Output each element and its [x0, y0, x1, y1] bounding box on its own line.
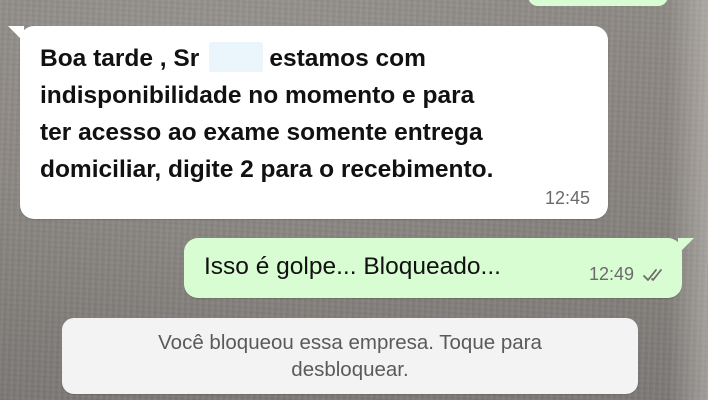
incoming-message-bubble[interactable]: Boa tarde , Sr estamos com indisponibilid… [8, 26, 608, 219]
incoming-line4: domiciliar, digite 2 para o recebimento. [40, 156, 494, 183]
incoming-message-text: Boa tarde , Sr estamos com indisponibilid… [40, 40, 580, 188]
blocked-notice-text: Você bloqueou essa empresa. Toque para d… [92, 329, 608, 383]
blocked-notice-line1: Você bloqueou essa empresa. Toque para [158, 331, 542, 354]
double-check-icon [642, 267, 668, 283]
incoming-line1-end: estamos com [269, 45, 426, 72]
chat-wallpaper-edge [668, 0, 708, 400]
outgoing-message-meta: 12:49 [589, 264, 668, 285]
outgoing-message-time: 12:49 [588, 264, 634, 284]
blocked-business-notice[interactable]: Você bloqueou essa empresa. Toque para d… [62, 318, 638, 394]
blocked-notice-line2: desbloquear. [291, 358, 409, 381]
incoming-line2: indisponibilidade no momento e para [40, 82, 475, 109]
outgoing-message-bubble[interactable]: Isso é golpe... Bloqueado... 12:49 [184, 238, 694, 298]
outgoing-message-text: Isso é golpe... Bloqueado... [204, 253, 501, 280]
incoming-line3: ter acesso ao exame somente entrega [40, 119, 483, 146]
redacted-name-block [209, 42, 264, 72]
incoming-message-time: 12:45 [544, 188, 590, 208]
previous-outgoing-bubble[interactable] [528, 0, 668, 6]
incoming-line1-start: Boa tarde , Sr [40, 45, 200, 72]
